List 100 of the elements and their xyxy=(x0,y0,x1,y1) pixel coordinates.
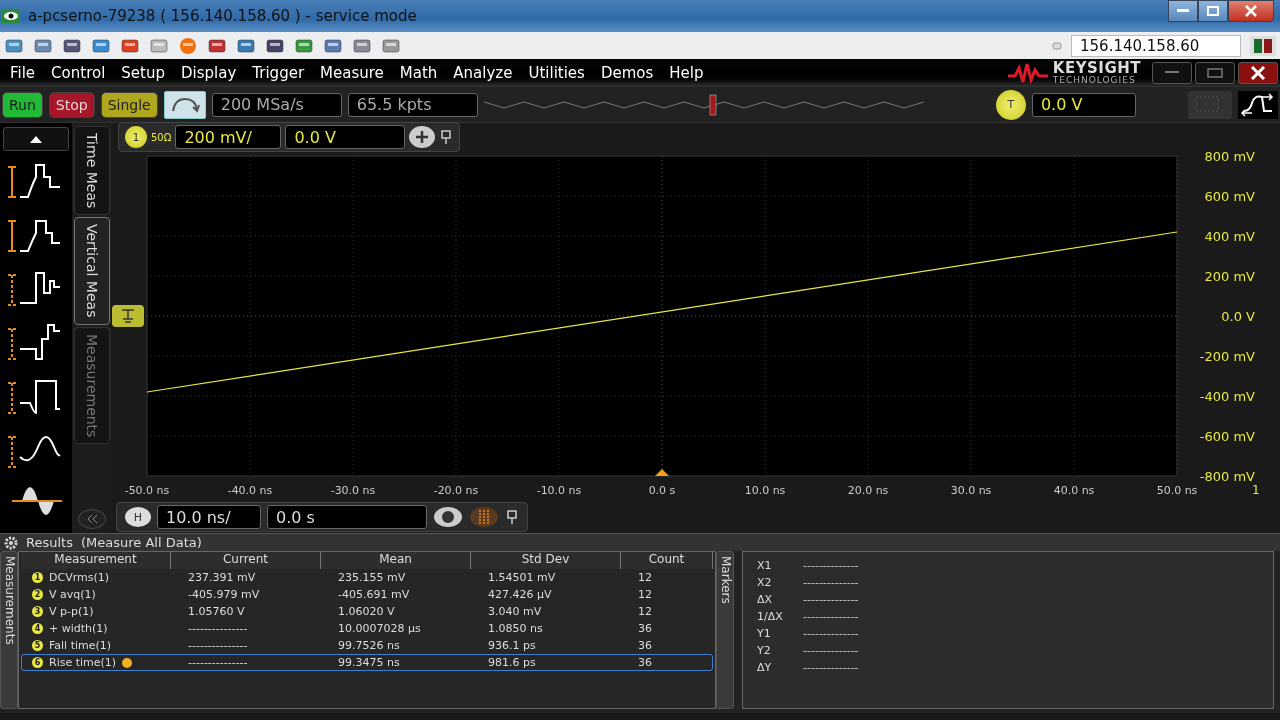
toolbar-icon[interactable] xyxy=(236,36,256,55)
toolbar-icon[interactable] xyxy=(4,36,24,55)
toolbar-icon[interactable] xyxy=(120,36,140,55)
logo-subtitle: TECHNOLOGIES xyxy=(1052,76,1137,85)
x-axis-label: -10.0 ns xyxy=(536,484,582,497)
table-cell-text: --------------- xyxy=(187,639,249,652)
minimize-button[interactable] xyxy=(1168,0,1198,22)
acquisition-button[interactable]: Stop xyxy=(48,91,95,118)
add-button[interactable] xyxy=(409,126,436,148)
minimize-button[interactable] xyxy=(1152,62,1192,84)
table-cell-text: 981.6 ps xyxy=(487,656,537,669)
markers-side-tab[interactable]: Markers xyxy=(716,551,734,709)
pin-icon[interactable] xyxy=(439,129,454,145)
y-axis-label: -400 mV xyxy=(1199,389,1255,404)
table-cell-text: 1.0850 ns xyxy=(487,622,544,635)
measurements-side-tab[interactable]: Measurements xyxy=(0,551,18,709)
logo-icon xyxy=(1006,62,1049,84)
menu-item[interactable]: Demos xyxy=(592,64,662,82)
x-axis-label: 0.0 s xyxy=(648,484,676,497)
caret-up-icon xyxy=(29,134,43,144)
result-row[interactable]: 6 Rise time(1) --------------- 99.3475 ns 981.6 ps 36 xyxy=(21,654,713,671)
measurement-number: 5 xyxy=(32,640,43,651)
marker-label: Y1 xyxy=(757,626,772,642)
toolbar-icon[interactable] xyxy=(33,36,53,55)
menu-item[interactable]: Display xyxy=(173,64,245,82)
menu-item[interactable]: Control xyxy=(43,64,114,82)
menu-item[interactable]: Help xyxy=(661,64,712,82)
toolbar-icon[interactable] xyxy=(294,36,314,55)
result-row[interactable]: 3 V p-p(1) 1.05760 V 1.06020 V 3.040 mV 12 xyxy=(21,603,713,620)
trigger-badge[interactable]: T xyxy=(995,89,1026,120)
table-cell-text: 99.3475 ns xyxy=(337,656,401,669)
column-header[interactable]: Std Dev xyxy=(471,552,621,569)
pin-icon[interactable] xyxy=(505,509,519,525)
scroll-up-button[interactable] xyxy=(3,127,69,151)
window-title: a-pcserno-79238 ( 156.140.158.60 ) - service mode xyxy=(28,7,418,25)
acquisition-button[interactable]: Single xyxy=(100,91,158,118)
double-chevron-icon xyxy=(86,514,98,524)
marker-value: -------------- xyxy=(803,626,860,642)
close-button[interactable] xyxy=(1228,0,1274,22)
horizontal-position-readout[interactable]: 0.0 s xyxy=(267,505,427,529)
y-axis-label: -600 mV xyxy=(1199,429,1255,444)
memory-depth-readout: 65.5 kpts xyxy=(347,92,478,117)
result-row[interactable]: 4 + width(1) --------------- 10.0007028 µs 1.0850 ns 36 xyxy=(21,620,713,637)
column-header[interactable]: Mean xyxy=(321,552,471,569)
vertical-scale-readout[interactable]: 200 mV/ xyxy=(175,125,282,149)
eye-icon xyxy=(2,9,20,23)
menu-item[interactable]: Setup xyxy=(113,64,173,82)
toolbar-icon[interactable] xyxy=(323,36,343,55)
marker-label: X2 xyxy=(757,575,773,591)
menu-item[interactable]: Math xyxy=(391,64,446,82)
menu-item[interactable]: Analyze xyxy=(445,64,521,82)
connection-icon xyxy=(1052,40,1062,51)
column-header[interactable]: Measurement xyxy=(21,552,171,569)
autoscale-button[interactable] xyxy=(163,90,206,119)
result-row[interactable]: 5 Fall time(1) --------------- 99.7526 ns 936.1 ps 36 xyxy=(21,637,713,654)
horizontal-scale-readout[interactable]: 10.0 ns/ xyxy=(157,505,261,529)
side-tab[interactable]: Vertical Meas xyxy=(74,217,110,325)
trigger-position-icon xyxy=(655,469,669,476)
menu-item[interactable]: File xyxy=(2,64,44,82)
toolbar-icon[interactable] xyxy=(91,36,111,55)
ground-marker-icon[interactable] xyxy=(112,305,144,327)
y-axis-label: 200 mV xyxy=(1204,269,1255,284)
side-tab[interactable]: Time Meas xyxy=(74,126,110,216)
measurement-name: Rise time(1) xyxy=(49,656,117,669)
marker-value: -------------- xyxy=(803,660,860,676)
toolbar-icon[interactable] xyxy=(265,36,285,55)
menu-item[interactable]: Trigger xyxy=(244,64,313,82)
marker-label: X1 xyxy=(757,558,773,574)
close-button[interactable] xyxy=(1238,62,1278,84)
settings-icon[interactable] xyxy=(4,535,18,550)
trigger-level-readout[interactable]: 0.0 V xyxy=(1031,92,1136,117)
close-icon xyxy=(1244,5,1258,17)
column-header[interactable]: Current xyxy=(171,552,321,569)
maximize-icon xyxy=(1207,68,1223,78)
channel-badge[interactable]: 1 xyxy=(125,126,147,148)
x-axis-label: -20.0 ns xyxy=(433,484,479,497)
maximize-button[interactable] xyxy=(1198,0,1228,22)
collapse-button[interactable] xyxy=(78,509,106,529)
table-cell-text: 36 xyxy=(637,622,653,635)
table-cell-text: 936.1 ps xyxy=(487,639,537,652)
toolbar-icon[interactable] xyxy=(62,36,82,55)
menu-item[interactable]: Measure xyxy=(312,64,392,82)
toolbar-icon[interactable] xyxy=(207,36,227,55)
result-row[interactable]: 2 V avq(1) -405.979 mV -405.691 mV 427.426 µV 12 xyxy=(21,586,713,603)
waveform-arrows-icon[interactable] xyxy=(1238,90,1278,119)
results-title: Results xyxy=(26,535,73,550)
menu-item[interactable]: Utilities xyxy=(520,64,593,82)
vertical-offset-readout[interactable]: 0.0 V xyxy=(285,125,406,149)
y-axis-label: -800 mV xyxy=(1199,469,1255,484)
address-field[interactable]: 156.140.158.60 xyxy=(1071,34,1241,57)
acquisition-button[interactable]: Run xyxy=(2,91,43,118)
toolbar-icon[interactable] xyxy=(352,36,372,55)
x-axis-label: 50.0 ns xyxy=(1156,484,1198,497)
result-row[interactable]: 1 DCVrms(1) 237.391 mV 235.155 mV 1.54501 mV 12 xyxy=(21,569,713,586)
sample-rate-readout: 200 MSa/s xyxy=(211,92,342,117)
table-cell-text: --------------- xyxy=(187,622,249,635)
table-cell-text: 12 xyxy=(637,588,653,601)
horizontal-badge[interactable]: H xyxy=(125,507,151,527)
column-header[interactable]: Count xyxy=(621,552,713,569)
table-cell-text: 1.05760 V xyxy=(187,605,246,618)
